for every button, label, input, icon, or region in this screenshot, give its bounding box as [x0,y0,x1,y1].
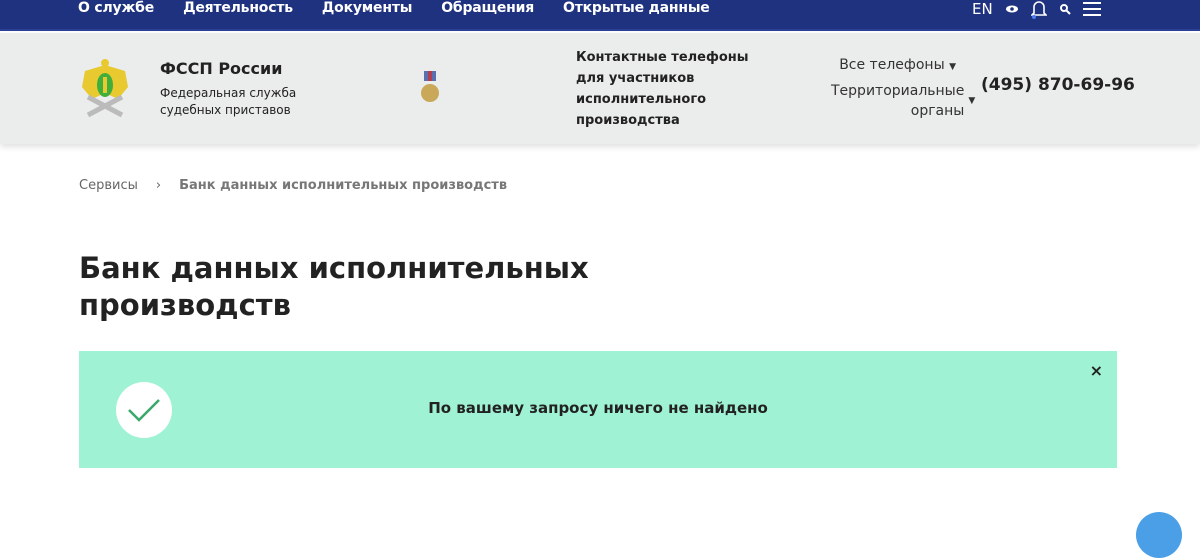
nav-documents[interactable]: Документы [322,0,413,17]
territorial-dropdown[interactable]: Территориальные органы ▼ [831,81,975,121]
top-nav: О службе Деятельность Документы Обращени… [0,0,1200,31]
brand-subtitle: Федеральная служба судебных приставов [160,86,297,117]
breadcrumb-separator: › [155,178,162,193]
search-icon[interactable] [1059,3,1071,15]
caret-down-icon: ▼ [949,62,956,72]
eye-icon[interactable] [1005,4,1019,14]
medal-icon [421,71,439,102]
contact-label: Контактные телефоны для участников испол… [576,50,749,128]
page-title: Банк данных исполнительных производств [79,251,589,322]
breadcrumb-current: Банк данных исполнительных производств [179,178,508,193]
fssp-emblem-logo[interactable] [80,57,130,121]
nav-activity[interactable]: Деятельность [183,0,293,17]
language-switch[interactable]: EN [972,0,993,18]
nav-open-data[interactable]: Открытые данные [563,0,710,17]
menu-icon[interactable] [1082,1,1101,16]
brand-title[interactable]: ФССП России [160,59,360,78]
bell-icon[interactable] [1030,0,1047,19]
call-button[interactable] [1136,512,1182,558]
caret-down-icon: ▼ [968,96,976,106]
all-phones-dropdown[interactable]: Все телефоны ▼ [831,55,956,77]
breadcrumb-services[interactable]: Сервисы [79,178,138,193]
close-icon[interactable]: × [1090,361,1103,380]
territorial-label: Территориальные органы [831,83,965,119]
hotline-phone[interactable]: (495) 870-69-96 [981,75,1135,95]
alert-message: По вашему запросу ничего не найдено [428,399,768,417]
site-header: ФССП России Федеральная служба судебных … [0,33,1200,144]
result-alert: По вашему запросу ничего не найдено × [79,351,1117,468]
nav-appeals[interactable]: Обращения [441,0,534,17]
all-phones-label: Все телефоны [839,57,945,73]
breadcrumb: Сервисы › Банк данных исполнительных про… [79,178,507,193]
nav-about[interactable]: О службе [78,0,154,17]
